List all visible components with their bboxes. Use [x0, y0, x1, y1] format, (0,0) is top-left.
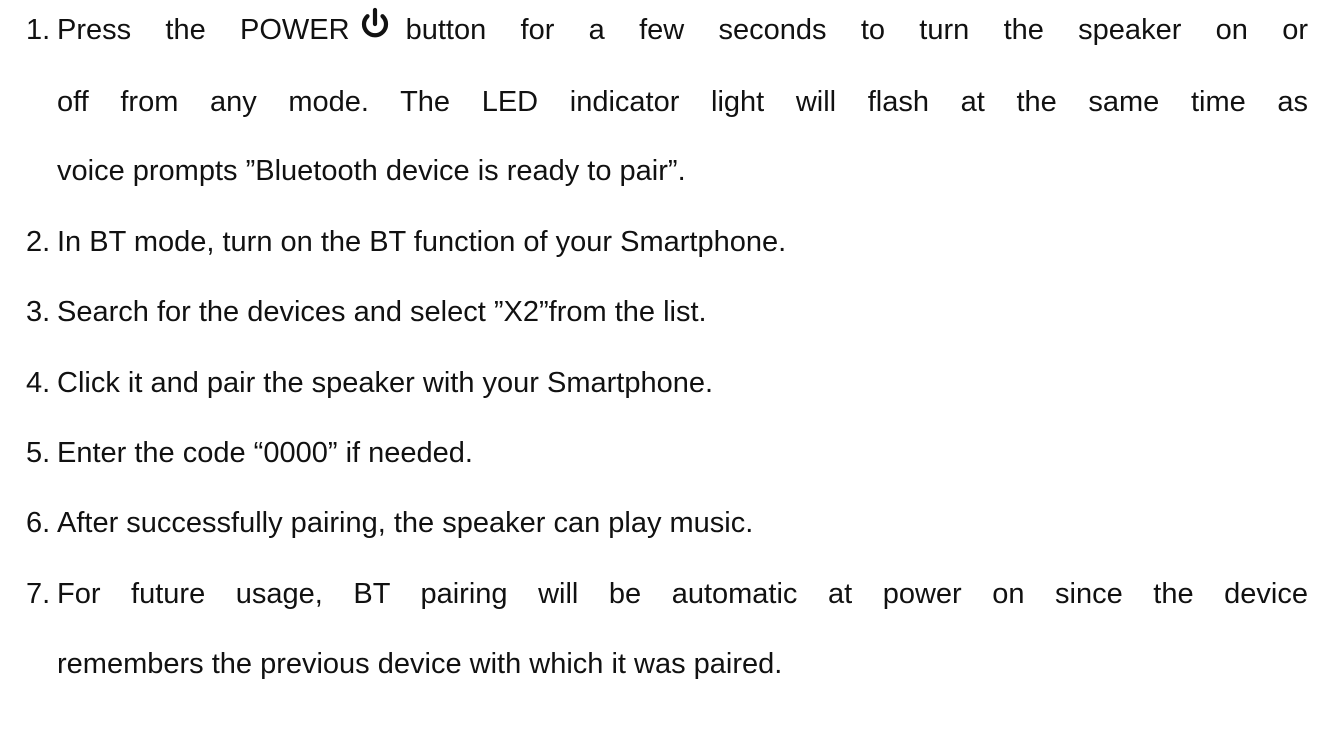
step-text: Press the POWER — [57, 14, 350, 46]
step-number: 1. — [26, 14, 51, 46]
step-text: Enter the code “0000” if needed. — [57, 437, 473, 469]
step-1-text-with-icon: Press the POWER button for a few seconds … — [57, 6, 1308, 54]
step-text: button for a few seconds to turn the spe… — [405, 14, 1308, 46]
step-7-line-1: 7. For future usage, BT pairing will be … — [0, 570, 1333, 618]
step-text: Click it and pair the speaker with your … — [57, 367, 714, 399]
step-text: After successfully pairing, the speaker … — [57, 507, 754, 539]
step-text: Search for the devices and select ”X2”fr… — [57, 296, 707, 328]
step-5: 5. Enter the code “0000” if needed. — [0, 429, 1333, 477]
step-text: remembers the previous device with which… — [57, 648, 783, 680]
step-number: 3. — [26, 296, 51, 328]
step-text: For future usage, BT pairing will be aut… — [57, 578, 1308, 610]
step-text: voice prompts ”Bluetooth device is ready… — [57, 155, 686, 187]
step-1-line-1: 1. Press the POWER button for a few secon… — [0, 6, 1333, 54]
step-1-line-2: off from any mode. The LED indicator lig… — [0, 78, 1333, 126]
power-icon — [358, 7, 392, 41]
step-3: 3. Search for the devices and select ”X2… — [0, 288, 1333, 336]
step-6: 6. After successfully pairing, the speak… — [0, 499, 1333, 547]
step-number: 7. — [26, 578, 51, 610]
step-number: 6. — [26, 507, 51, 539]
step-text: off from any mode. The LED indicator lig… — [57, 86, 1308, 118]
step-number: 4. — [26, 367, 51, 399]
step-4: 4. Click it and pair the speaker with yo… — [0, 359, 1333, 407]
step-text: In BT mode, turn on the BT function of y… — [57, 226, 787, 258]
step-2: 2. In BT mode, turn on the BT function o… — [0, 218, 1333, 266]
instruction-document: 1. Press the POWER button for a few secon… — [0, 0, 1333, 754]
step-1-line-3: voice prompts ”Bluetooth device is ready… — [0, 147, 1333, 195]
step-number: 2. — [26, 226, 51, 258]
step-number: 5. — [26, 437, 51, 469]
step-7-line-2: remembers the previous device with which… — [0, 640, 1333, 688]
